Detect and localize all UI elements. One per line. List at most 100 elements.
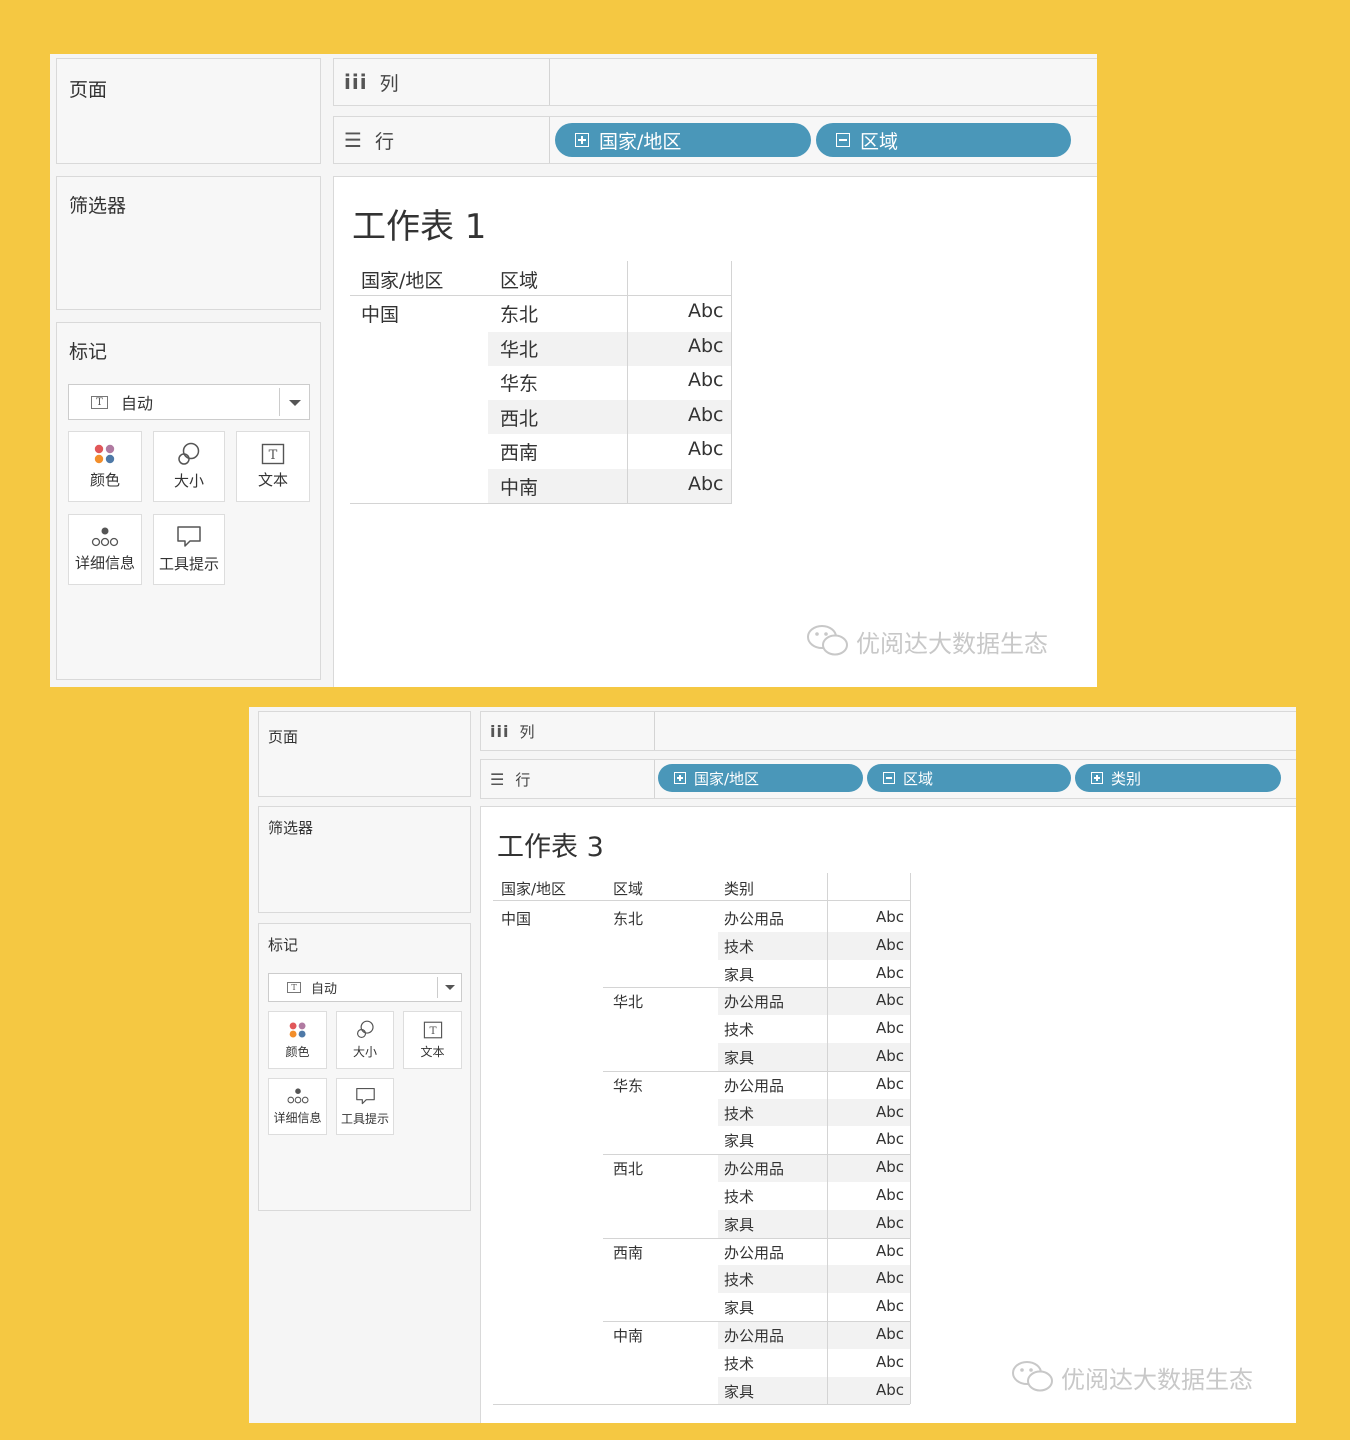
size-icon: [178, 442, 200, 465]
expand-icon: [1091, 772, 1103, 784]
value-cell: Abc: [688, 438, 724, 460]
filters-card[interactable]: 筛选器: [258, 806, 471, 913]
columns-shelf-label: iii 列: [490, 718, 534, 744]
value-cell: Abc: [876, 1297, 905, 1316]
category-cell: 家具: [724, 1382, 755, 1401]
value-cell: Abc: [876, 1352, 905, 1371]
value-cell: Abc: [876, 1158, 905, 1177]
marks-label: 标记: [69, 341, 108, 363]
worksheet-3-screenshot: 页面 筛选器 标记 T 自动 颜色 大小 T 文本 详细信息 工具提示 iii …: [249, 707, 1296, 1423]
color-button[interactable]: 颜色: [68, 431, 142, 502]
worksheet-1-screenshot: 页面 筛选器 标记 T 自动 颜色 大小 T 文本 详细信息 工具提示 iii …: [50, 54, 1097, 687]
region-cell: 华北: [613, 993, 644, 1012]
detail-button[interactable]: 详细信息: [68, 514, 142, 585]
crosstab: 国家/地区 区域 中国 东北 华北 华东 西北 西南 中南 Abc Abc Ab…: [334, 177, 1097, 687]
worksheet-view: 工作表 1 国家/地区 区域 中国 东北 华北 华东 西北 西南 中南 Abc …: [333, 176, 1097, 687]
pages-label: 页面: [69, 79, 108, 101]
row-pill-region[interactable]: 区域: [867, 764, 1071, 792]
tooltip-button[interactable]: 工具提示: [336, 1078, 394, 1135]
text-mark-icon: T: [91, 395, 108, 409]
pages-card: 页面: [56, 58, 321, 164]
detail-label: 详细信息: [273, 1111, 322, 1125]
region-cell: 西南: [613, 1243, 644, 1262]
collapse-icon: [883, 772, 895, 784]
marks-card: 标记 T 自动 颜色 大小 T 文本 详细信息 工具提示: [56, 322, 321, 680]
rows-label: 行: [515, 770, 531, 789]
value-cell: Abc: [876, 1325, 905, 1343]
row-pill-category[interactable]: 类别: [1075, 764, 1281, 792]
text-icon: T: [423, 1021, 442, 1038]
tooltip-button[interactable]: 工具提示: [153, 514, 225, 585]
header-cell: 国家/地区: [501, 880, 567, 898]
value-cell: Abc: [876, 1213, 905, 1232]
value-cell: Abc: [876, 908, 905, 926]
filters-card[interactable]: 筛选器: [56, 176, 321, 310]
value-cell: Abc: [688, 473, 724, 495]
rows-icon: ☰: [490, 769, 506, 789]
tooltip-label: 工具提示: [158, 555, 219, 573]
value-cell: Abc: [876, 1102, 905, 1121]
color-icon: [289, 1021, 306, 1038]
color-icon: [94, 444, 115, 464]
region-cell: 中南: [613, 1327, 644, 1345]
row-pill-region-label: 区域: [903, 769, 934, 788]
value-cell: Abc: [876, 1186, 905, 1204]
color-button[interactable]: 颜色: [268, 1011, 327, 1069]
row-pill-country[interactable]: 国家/地区: [555, 123, 811, 157]
marks-label: 标记: [268, 936, 299, 954]
columns-label: 列: [379, 72, 399, 95]
detail-icon: [91, 527, 119, 547]
chevron-down-icon: [445, 985, 455, 990]
category-cell: 办公用品: [724, 993, 785, 1012]
color-label: 颜色: [89, 471, 120, 489]
columns-shelf[interactable]: iii 列: [480, 711, 1296, 751]
filters-label: 筛选器: [69, 195, 127, 217]
text-button[interactable]: T 文本: [403, 1011, 462, 1069]
pages-card: 页面: [258, 711, 471, 797]
region-cell: 中南: [500, 477, 539, 499]
region-cell: 华东: [500, 373, 539, 395]
mark-type-value: 自动: [121, 394, 154, 413]
rows-label: 行: [374, 130, 394, 153]
size-button[interactable]: 大小: [336, 1011, 394, 1069]
columns-icon: iii: [344, 70, 368, 94]
svg-text:T: T: [429, 1024, 436, 1037]
mark-type-dropdown[interactable]: T 自动: [68, 384, 310, 420]
category-cell: 家具: [724, 965, 755, 984]
tooltip-icon: [177, 526, 201, 547]
value-cell: Abc: [876, 1047, 905, 1065]
value-cell: Abc: [876, 1074, 905, 1093]
category-cell: 技术: [724, 1188, 755, 1206]
category-cell: 技术: [724, 1104, 755, 1123]
category-cell: 办公用品: [724, 910, 785, 928]
category-cell: 家具: [724, 1049, 755, 1067]
rows-shelf-label: ☰ 行: [344, 125, 394, 155]
value-cell: Abc: [876, 1241, 905, 1260]
header-country: 国家/地区: [361, 270, 444, 292]
value-cell: Abc: [688, 300, 724, 322]
text-label: 文本: [257, 471, 288, 489]
mark-type-value: 自动: [311, 982, 338, 997]
category-cell: 家具: [724, 1215, 755, 1234]
row-pill-region-label: 区域: [860, 130, 899, 153]
columns-shelf[interactable]: iii 列: [333, 58, 1097, 106]
row-pill-country-label: 国家/地区: [599, 130, 682, 153]
row-pill-region[interactable]: 区域: [816, 123, 1071, 157]
row-pill-country[interactable]: 国家/地区: [658, 764, 863, 792]
detail-button[interactable]: 详细信息: [268, 1078, 327, 1135]
marks-card: 标记 T 自动 颜色 大小 T 文本 详细信息 工具提示: [258, 923, 471, 1211]
tooltip-label: 工具提示: [340, 1111, 389, 1126]
size-label: 大小: [352, 1045, 377, 1059]
value-cell: Abc: [876, 1269, 905, 1288]
category-cell: 办公用品: [724, 1327, 785, 1345]
value-cell: Abc: [876, 1130, 905, 1149]
category-cell: 技术: [724, 937, 755, 956]
text-button[interactable]: T 文本: [236, 431, 310, 502]
watermark-text: 优阅达大数据生态: [856, 629, 1048, 658]
size-button[interactable]: 大小: [153, 431, 225, 502]
row-pill-country-label: 国家/地区: [694, 769, 760, 788]
mark-type-dropdown[interactable]: T 自动: [268, 973, 462, 1002]
worksheet-view: 工作表 3 国家/地区 区域 类别 中国 东北 办公用品 Abc 技术 Abc 家具 Abc 华北 办公…: [480, 806, 1296, 1423]
region-cell: 西南: [500, 442, 539, 464]
size-icon: [356, 1020, 374, 1039]
